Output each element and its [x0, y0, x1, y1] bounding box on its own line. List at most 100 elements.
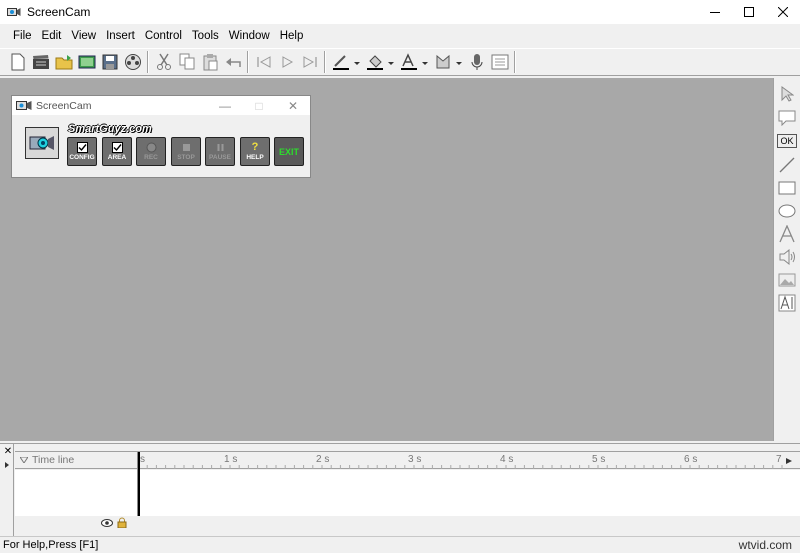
checkbox-icon — [76, 142, 88, 153]
timeline-header: Time line s 1 s 2 s 3 s 4 s 5 s 6 s 7 — [15, 451, 800, 469]
undo-button[interactable] — [221, 51, 244, 73]
paint-bucket-icon — [367, 55, 394, 70]
text-caption-icon — [778, 294, 796, 312]
ellipse-icon — [778, 204, 796, 218]
ok-button-icon: OK — [777, 134, 797, 148]
open-button[interactable] — [52, 51, 75, 73]
config-button[interactable]: CONFIG — [67, 137, 97, 166]
properties-button[interactable] — [488, 51, 511, 73]
timeline-side-strip: ✕ — [0, 444, 14, 536]
timeline-label[interactable]: Time line — [20, 454, 74, 466]
pause-icon — [217, 144, 223, 151]
toolbar-separator — [324, 51, 326, 73]
new-button[interactable] — [6, 51, 29, 73]
rewind-button[interactable] — [252, 51, 275, 73]
text-color-button[interactable] — [397, 51, 431, 73]
callout-tool[interactable] — [776, 108, 798, 128]
close-icon — [778, 7, 788, 17]
timeline-playhead[interactable] — [138, 452, 140, 516]
clipboard-icon — [203, 54, 217, 71]
menu-tools[interactable]: Tools — [187, 30, 224, 42]
stop-button[interactable]: STOP — [171, 137, 201, 166]
screencam-app-icon — [7, 8, 21, 16]
toolbar — [0, 48, 800, 76]
status-text: For Help,Press [F1] — [3, 539, 99, 551]
speaker-icon — [779, 249, 795, 265]
text-tool[interactable] — [776, 224, 798, 244]
rectangle-tool[interactable] — [776, 178, 798, 198]
select-tool[interactable] — [776, 84, 798, 104]
chevron-right-icon[interactable] — [2, 460, 12, 470]
recorder-body: SmartGuyz.com CONFIG AREA REC STOP PAUSE… — [12, 115, 310, 177]
record-audio-button[interactable] — [465, 51, 488, 73]
timeline-track-controls — [15, 516, 137, 528]
cut-button[interactable] — [152, 51, 175, 73]
stop-square-icon — [182, 144, 190, 151]
skip-back-icon — [256, 56, 270, 68]
menu-help[interactable]: Help — [275, 30, 309, 42]
line-color-button[interactable] — [329, 51, 363, 73]
pause-button[interactable]: PAUSE — [205, 137, 235, 166]
record-button[interactable]: REC — [136, 137, 166, 166]
microphone-icon — [471, 54, 482, 70]
close-button[interactable] — [766, 0, 800, 24]
menu-window[interactable]: Window — [224, 30, 275, 42]
play-icon — [282, 56, 293, 68]
fill-color-button[interactable] — [363, 51, 397, 73]
eye-icon[interactable] — [101, 518, 113, 528]
paste-button[interactable] — [198, 51, 221, 73]
image-tool[interactable] — [776, 270, 798, 290]
minimize-button[interactable] — [698, 0, 732, 24]
recorder-maximize-button[interactable]: □ — [242, 96, 276, 115]
tick-label: 3 s — [408, 454, 422, 465]
pen-color-icon — [333, 55, 360, 70]
checkbox-icon — [111, 142, 123, 153]
menu-insert[interactable]: Insert — [101, 30, 140, 42]
menu-view[interactable]: View — [66, 30, 101, 42]
fast-forward-button[interactable] — [298, 51, 321, 73]
film-reel-button[interactable] — [121, 51, 144, 73]
timeline-scroll-right-icon[interactable] — [783, 455, 795, 467]
status-bar: For Help,Press [F1] — [0, 536, 800, 553]
menu-control[interactable]: Control — [140, 30, 187, 42]
menu-file[interactable]: File — [8, 30, 37, 42]
play-button[interactable] — [275, 51, 298, 73]
recorder-close-button[interactable]: ✕ — [276, 96, 310, 115]
screencam-app-icon — [16, 101, 32, 110]
chevron-down-icon — [20, 457, 28, 463]
toolbar-separator — [514, 51, 516, 73]
brand-text: SmartGuyz.com — [68, 123, 152, 135]
screencam-recorder-window: ScreenCam — □ ✕ SmartGuyz.com CONFIG ARE… — [11, 95, 311, 178]
skip-forward-icon — [303, 56, 317, 68]
timeline-close-icon[interactable]: ✕ — [3, 447, 13, 457]
timeline-track-area[interactable] — [15, 470, 800, 516]
exit-button[interactable]: EXIT — [274, 137, 304, 166]
line-tool[interactable] — [776, 155, 798, 175]
maximize-button[interactable] — [732, 0, 766, 24]
lock-icon[interactable] — [117, 517, 127, 528]
caption-tool[interactable] — [776, 293, 798, 313]
question-mark-icon: ? — [251, 141, 259, 153]
button-tool[interactable]: OK — [776, 131, 798, 151]
import-image-button[interactable] — [75, 51, 98, 73]
tick-label: 4 s — [500, 454, 514, 465]
save-button[interactable] — [98, 51, 121, 73]
ellipse-tool[interactable] — [776, 201, 798, 221]
picture-icon — [778, 273, 796, 287]
menu-bar: File Edit View Insert Control Tools Wind… — [0, 26, 800, 46]
area-button[interactable]: AREA — [102, 137, 132, 166]
menu-edit[interactable]: Edit — [37, 30, 67, 42]
recorder-minimize-button[interactable]: — — [208, 96, 242, 115]
new-movie-button[interactable] — [29, 51, 52, 73]
object-palette: OK — [773, 78, 800, 441]
tick-label: 6 s — [684, 454, 698, 465]
effects-button[interactable] — [431, 51, 465, 73]
rectangle-icon — [778, 181, 796, 195]
sound-tool[interactable] — [776, 247, 798, 267]
camera-logo — [25, 127, 59, 159]
help-button[interactable]: ? HELP — [240, 137, 270, 166]
timeline-ruler[interactable]: s 1 s 2 s 3 s 4 s 5 s 6 s 7 — [137, 452, 793, 469]
camera-icon — [29, 136, 54, 150]
copy-button[interactable] — [175, 51, 198, 73]
recorder-title: ScreenCam — [36, 99, 92, 112]
